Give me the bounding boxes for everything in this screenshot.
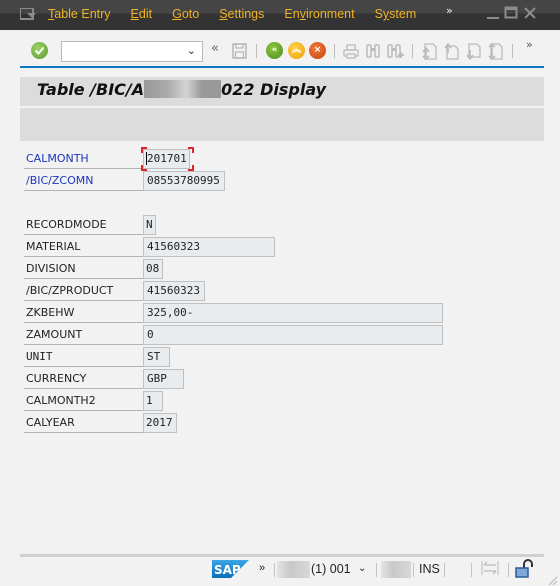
field-label: UNIT <box>24 347 144 367</box>
standard-toolbar: ⌄ « « ︽ × » <box>0 36 560 66</box>
field-value-input[interactable]: 201701 <box>143 149 190 169</box>
field-label: CALMONTH <box>24 149 144 169</box>
cancel-icon[interactable]: × <box>309 42 326 59</box>
connection-icon[interactable] <box>481 561 499 575</box>
page-title: Table /BIC/A 022 Display <box>37 80 327 99</box>
field-label: /BIC/ZPRODUCT <box>24 281 144 301</box>
menu-bar: Table Entry Edit Goto Settings Environme… <box>0 0 560 30</box>
status-bar: SAP » (1) 001 ⌄ INS <box>0 558 560 586</box>
exit-icon[interactable]: ︽ <box>288 42 305 59</box>
toolbar-separator <box>412 44 413 58</box>
status-separator <box>444 563 445 577</box>
screen-title-bar: Table /BIC/A 022 Display <box>20 77 544 106</box>
collapse-toolbar-button[interactable]: « <box>211 41 219 56</box>
status-separator <box>376 563 377 577</box>
field-label: MATERIAL <box>24 237 144 257</box>
resize-grip-icon[interactable] <box>546 574 558 586</box>
field-label: CALMONTH2 <box>24 391 144 411</box>
field-value-input[interactable]: 1 <box>143 391 163 411</box>
menu-more-button[interactable]: » <box>446 4 453 17</box>
sap-gui-window: Table Entry Edit Goto Settings Environme… <box>0 0 560 586</box>
field-value-input[interactable]: N <box>143 215 156 235</box>
toolbar-divider <box>20 66 544 68</box>
insert-mode-indicator[interactable]: INS <box>419 562 440 576</box>
close-icon[interactable] <box>523 6 537 20</box>
last-page-icon[interactable] <box>487 43 504 60</box>
toolbar-more-button[interactable]: » <box>526 38 533 51</box>
chevron-down-icon[interactable]: ⌄ <box>187 44 196 57</box>
field-label: ZKBEHW <box>24 303 144 323</box>
toolbar-separator <box>334 44 335 58</box>
sap-logo: SAP <box>212 560 249 578</box>
chevron-down-icon[interactable]: ⌄ <box>358 563 366 574</box>
previous-page-icon[interactable] <box>443 43 460 60</box>
status-separator <box>413 563 414 577</box>
find-icon[interactable] <box>366 43 380 59</box>
session-info[interactable]: (1) 001 <box>311 562 351 576</box>
menu-environment[interactable]: Environment <box>284 7 354 21</box>
command-field[interactable]: ⌄ <box>61 41 203 62</box>
menu-edit[interactable]: Edit <box>131 7 153 21</box>
status-bar-divider <box>20 554 544 557</box>
field-label: DIVISION <box>24 259 144 279</box>
field-value-input[interactable]: ST <box>143 347 170 367</box>
back-icon[interactable]: « <box>266 42 283 59</box>
maximize-icon[interactable] <box>504 6 518 20</box>
first-page-icon[interactable] <box>421 43 438 60</box>
redacted-text <box>144 80 222 98</box>
redacted-system-id <box>277 561 310 578</box>
print-icon[interactable] <box>343 44 359 59</box>
field-label: CURRENCY <box>24 369 144 389</box>
status-more-button[interactable]: » <box>259 562 265 574</box>
field-label: ZAMOUNT <box>24 325 144 345</box>
menu-system[interactable]: System <box>375 7 417 21</box>
menu-settings[interactable]: Settings <box>219 7 264 21</box>
toolbar-separator <box>256 44 257 58</box>
menu-goto[interactable]: Goto <box>172 7 199 21</box>
field-value-input[interactable]: 41560323 <box>143 281 205 301</box>
field-label: CALYEAR <box>24 413 144 433</box>
customize-layout-icon[interactable] <box>20 8 36 20</box>
status-separator <box>508 563 509 577</box>
field-value-input[interactable]: 08 <box>143 259 163 279</box>
application-toolbar <box>20 108 544 141</box>
field-value-input[interactable]: 0 <box>143 325 443 345</box>
toolbar-separator <box>512 44 513 58</box>
status-separator <box>274 563 275 577</box>
next-page-icon[interactable] <box>465 43 482 60</box>
field-value-input[interactable]: GBP <box>143 369 184 389</box>
field-value-input[interactable]: 2017 <box>143 413 177 433</box>
field-value-input[interactable]: 41560323 <box>143 237 275 257</box>
field-value-input[interactable]: 08553780995 <box>143 171 225 191</box>
focus-corner <box>141 147 147 153</box>
find-next-icon[interactable] <box>387 43 404 60</box>
field-value-input[interactable]: 325,00- <box>143 303 443 323</box>
status-separator <box>471 563 472 577</box>
sap-logo-text: SAP <box>214 563 241 577</box>
unlock-icon[interactable] <box>515 559 533 579</box>
minimize-icon[interactable] <box>486 6 500 20</box>
field-label: /BIC/ZCOMN <box>24 171 144 191</box>
menu-table-entry[interactable]: Table Entry <box>48 7 111 21</box>
redacted-server <box>381 561 411 578</box>
field-label: RECORDMODE <box>24 215 144 235</box>
focus-corner <box>188 147 194 153</box>
enter-icon[interactable] <box>31 42 48 59</box>
save-icon[interactable] <box>232 43 247 59</box>
